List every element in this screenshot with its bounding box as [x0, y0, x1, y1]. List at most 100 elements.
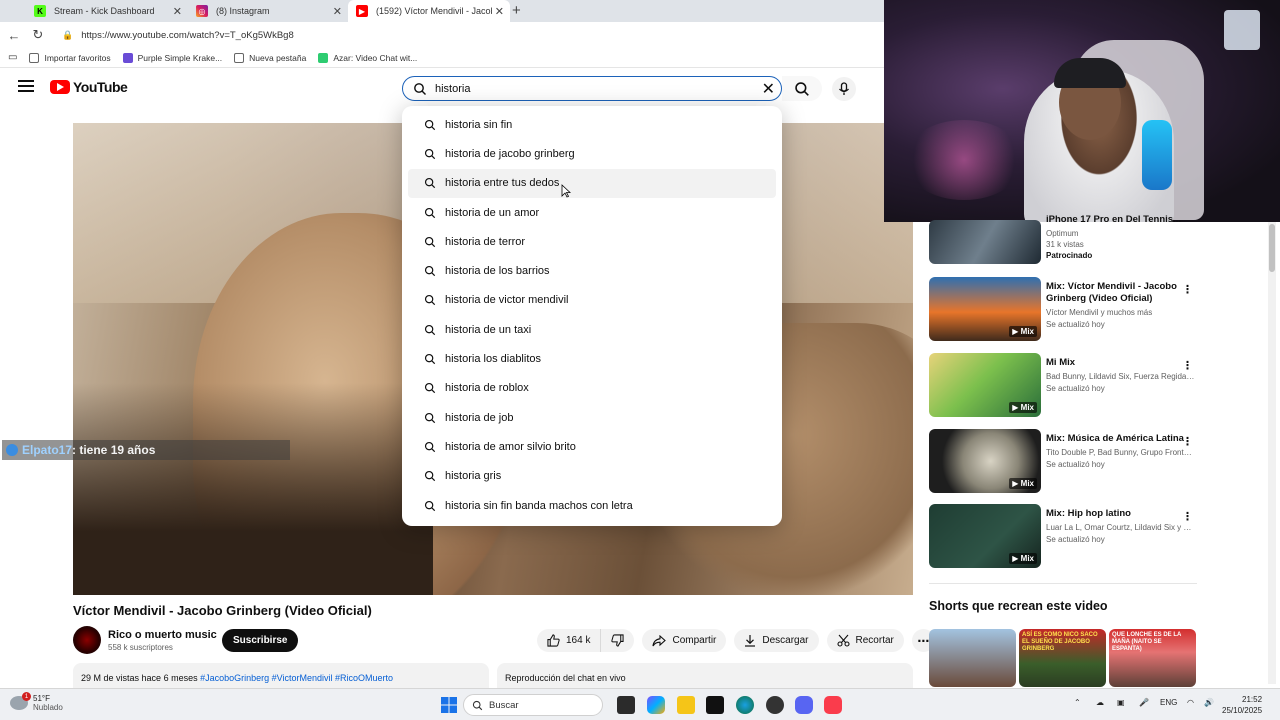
video-thumbnail[interactable]: ▶ Mix [929, 353, 1041, 417]
download-button[interactable]: Descargar [734, 629, 819, 652]
tab-instagram[interactable]: ◎ (8) Instagram ✕ [188, 0, 348, 22]
copilot-icon[interactable] [647, 696, 665, 714]
language-indicator[interactable]: ENG [1160, 698, 1177, 707]
microphone-icon[interactable]: 🎤 [1139, 698, 1149, 707]
recommendation-item[interactable]: ▶ Mix Mi Mix Bad Bunny, Lildavid Six, Fu… [929, 353, 1199, 419]
clock[interactable]: 21:52 25/10/2025 [1222, 694, 1262, 716]
close-icon[interactable]: ✕ [173, 5, 182, 18]
new-tab-button[interactable]: + [512, 2, 521, 19]
recommendation-title[interactable]: Mi Mix [1046, 357, 1196, 369]
tab-kick[interactable]: K Stream - Kick Dashboard ✕ [26, 0, 188, 22]
like-button[interactable]: 164 k [537, 629, 602, 652]
music-icon[interactable] [824, 696, 842, 714]
search-suggestion[interactable]: historia sin fin banda machos con letra [408, 491, 776, 520]
recommendation-title[interactable]: iPhone 17 Pro en Del Tennis... [1046, 214, 1196, 226]
short-thumbnail[interactable]: ASÍ ES COMO NICO SACO EL SUEÑO DE JACOBO… [1019, 629, 1106, 687]
search-suggestion[interactable]: historia de terror [408, 227, 776, 256]
clip-button[interactable]: Recortar [826, 629, 904, 652]
taskbar-search[interactable]: Buscar [463, 694, 603, 716]
mouse-cursor-icon [561, 184, 571, 198]
search-box[interactable]: historia ✕ [402, 76, 782, 101]
bookmark-azar[interactable]: Azar: Video Chat wit... [318, 52, 417, 63]
search-suggestion[interactable]: historia sin fin [408, 110, 776, 139]
youtube-logo[interactable]: YouTube [50, 79, 128, 95]
search-suggestions-dropdown: historia sin fin historia de jacobo grinb… [402, 106, 782, 526]
share-label: Compartir [672, 635, 717, 646]
recommendation-title[interactable]: Mix: Música de América Latina [1046, 433, 1196, 445]
page-scrollbar[interactable] [1268, 222, 1276, 684]
search-suggestion[interactable]: historia de un amor [408, 198, 776, 227]
video-thumbnail[interactable] [929, 220, 1041, 264]
recommendation-item[interactable]: iPhone 17 Pro en Del Tennis... Optimum 3… [929, 214, 1199, 266]
youtube-header: YouTube historia ✕ [0, 68, 884, 108]
cloud-sync-icon[interactable]: ☁ [1096, 698, 1104, 707]
discord-icon[interactable] [795, 696, 813, 714]
edge-icon[interactable] [736, 696, 754, 714]
more-options-icon[interactable]: ⋮ [1182, 283, 1193, 296]
volume-icon[interactable]: 🔊 [1204, 698, 1214, 707]
clear-search-icon[interactable]: ✕ [762, 79, 775, 99]
search-suggestion[interactable]: historia de los barrios [408, 256, 776, 285]
close-icon[interactable]: ✕ [495, 5, 504, 18]
share-button[interactable]: Compartir [642, 629, 727, 652]
close-icon[interactable]: ✕ [333, 5, 342, 18]
bookmark-purple-krake[interactable]: Purple Simple Krake... [122, 52, 222, 63]
folder-icon [29, 52, 40, 63]
search-input[interactable]: historia [435, 83, 762, 95]
reload-icon[interactable]: ↻ [28, 27, 48, 43]
menu-icon[interactable] [18, 80, 34, 92]
mix-label: ▶ Mix [1009, 402, 1037, 413]
recommendation-channel: Víctor Mendivil y muchos más [1046, 308, 1153, 317]
chevron-up-icon[interactable]: ⌃ [1074, 698, 1081, 707]
weather-widget[interactable]: 1 51°F Nublado [10, 692, 63, 712]
recommendation-item[interactable]: ▶ Mix Mix: Hip hop latino Luar La L, Oma… [929, 504, 1199, 570]
url-field[interactable]: 🔒 https://www.youtube.com/watch?v=T_oKg5… [54, 26, 880, 44]
suggestion-text: historia de roblox [445, 382, 529, 395]
search-suggestion[interactable]: historia de amor silvio brito [408, 432, 776, 461]
reading-list-icon[interactable]: ▭ [8, 52, 17, 63]
bookmark-import[interactable]: Importar favoritos [29, 52, 111, 63]
windows-start-icon[interactable] [440, 696, 458, 714]
search-suggestion[interactable]: historia de un taxi [408, 315, 776, 344]
voice-search-button[interactable] [832, 77, 856, 101]
back-icon[interactable]: ← [4, 28, 24, 43]
channel-name[interactable]: Rico o muerto music [108, 629, 217, 641]
app-tray-icon[interactable]: ▣ [1117, 698, 1125, 707]
video-thumbnail[interactable]: ▶ Mix [929, 429, 1041, 493]
recommendation-item[interactable]: ▶ Mix Mix: Música de América Latina Tito… [929, 429, 1199, 495]
search-suggestion[interactable]: historia de roblox [408, 374, 776, 403]
more-options-icon[interactable]: ⋮ [1182, 510, 1193, 523]
tab-youtube[interactable]: ▶ (1592) Víctor Mendivil - Jacobo G ✕ [348, 0, 510, 22]
scrollbar-thumb[interactable] [1269, 224, 1275, 272]
search-suggestion[interactable]: historia de job [408, 403, 776, 432]
hashtags[interactable]: #JacoboGrinberg #VictorMendivil #RicoOMu… [200, 673, 393, 683]
recommendation-title[interactable]: Mix: Víctor Mendivil - Jacobo Grinberg (… [1046, 281, 1196, 305]
short-thumbnail[interactable] [929, 629, 1016, 687]
bookmark-new-tab[interactable]: Nueva pestaña [234, 52, 306, 63]
app-icon[interactable] [766, 696, 784, 714]
short-thumbnail[interactable]: QUE LONCHE ES DE LA MAÑA (NAITO SE ESPAN… [1109, 629, 1196, 687]
video-thumbnail[interactable]: ▶ Mix [929, 504, 1041, 568]
search-suggestion[interactable]: historia de jacobo grinberg [408, 139, 776, 168]
dislike-button[interactable] [601, 629, 635, 652]
file-explorer-icon[interactable] [677, 696, 695, 714]
page-icon [234, 52, 245, 63]
video-thumbnail[interactable]: ▶ Mix [929, 277, 1041, 341]
recommendation-title[interactable]: Mix: Hip hop latino [1046, 508, 1196, 520]
like-count: 164 k [566, 635, 591, 646]
more-options-icon[interactable]: ⋮ [1182, 435, 1193, 448]
search-suggestion[interactable]: historia entre tus dedos [408, 168, 776, 198]
tab-title: (1592) Víctor Mendivil - Jacobo G [376, 6, 492, 16]
search-suggestion[interactable]: historia los diablitos [408, 344, 776, 373]
subscribe-button[interactable]: Suscribirse [222, 629, 299, 652]
obs-icon[interactable] [706, 696, 724, 714]
channel-avatar[interactable] [73, 626, 101, 654]
recommendation-channel: Tito Double P, Bad Bunny, Grupo Fronter.… [1046, 448, 1196, 457]
search-suggestion[interactable]: historia de victor mendivil [408, 286, 776, 315]
more-options-icon[interactable]: ⋮ [1182, 359, 1193, 372]
search-button[interactable] [782, 76, 822, 101]
recommendation-item[interactable]: ▶ Mix Mix: Víctor Mendivil - Jacobo Grin… [929, 277, 1199, 343]
search-suggestion[interactable]: historia gris [408, 462, 776, 491]
wifi-icon[interactable]: ◠ [1187, 698, 1194, 707]
task-view-icon[interactable] [617, 696, 635, 714]
